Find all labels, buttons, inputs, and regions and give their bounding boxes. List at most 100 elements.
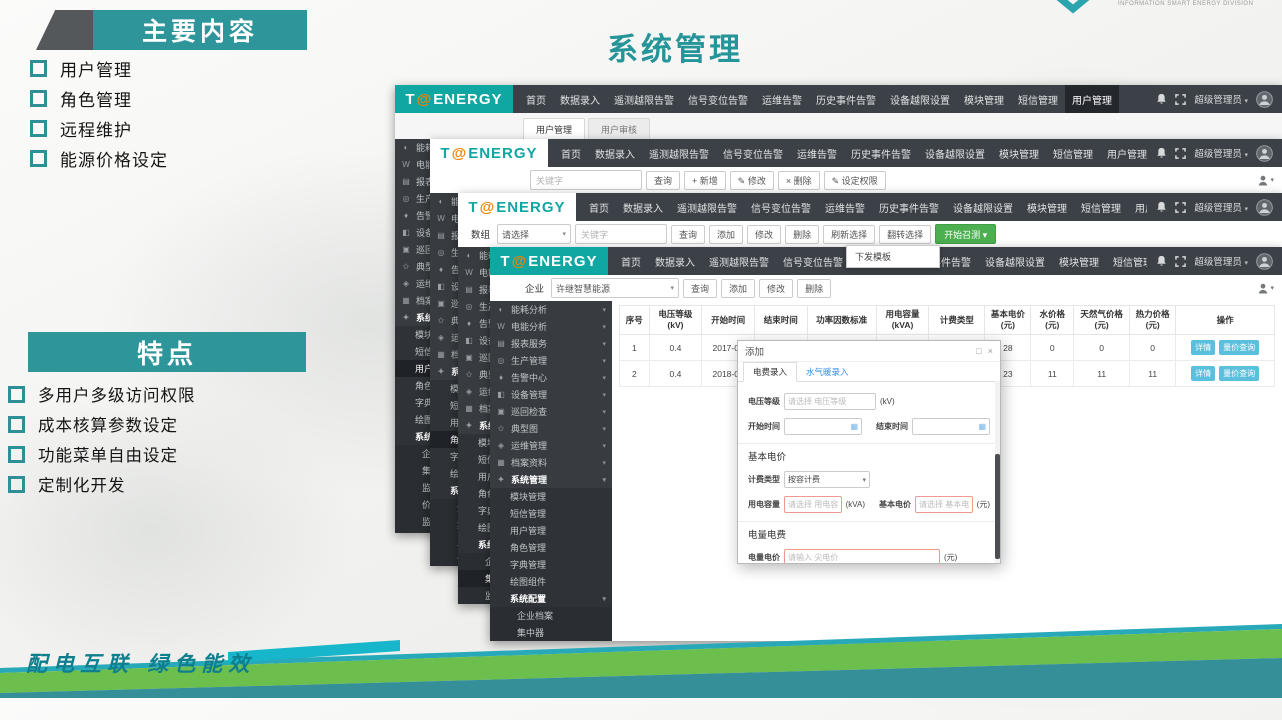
nav-item-link[interactable]: 信号变位告警	[744, 193, 818, 221]
nav-item-link[interactable]: 用户管理	[1128, 193, 1147, 221]
maximize-icon[interactable]: □	[976, 346, 981, 356]
toolbar-button[interactable]: 删除	[797, 279, 831, 298]
capacity-input[interactable]: 请选择 用电容量	[784, 496, 842, 513]
avatar[interactable]	[1256, 253, 1273, 270]
toolbar-button[interactable]: 修改	[759, 279, 793, 298]
tab-electricity-entry[interactable]: 电费录入	[743, 362, 797, 382]
voltage-level-input[interactable]: 请选择 电压等级	[784, 393, 876, 410]
nav-item-link[interactable]: 用户管理	[1100, 139, 1147, 167]
bell-icon[interactable]	[1156, 201, 1167, 213]
sidebar-item-link[interactable]: ◐能耗分析▾	[490, 301, 612, 318]
billing-type-select[interactable]: 按容计费▾	[784, 471, 870, 488]
nav-item-link[interactable]: 历史事件告警	[872, 193, 946, 221]
fullscreen-icon[interactable]	[1175, 148, 1186, 159]
sidebar-item-link[interactable]: ✩典型图▾	[490, 420, 612, 437]
bell-icon[interactable]	[1156, 93, 1167, 105]
energy-price-input[interactable]: 请输入 尖电价	[784, 549, 940, 564]
sidebar-item-link[interactable]: ♦告警中心▾	[490, 369, 612, 386]
user-menu[interactable]: 超级管理员 ▾	[1194, 146, 1248, 160]
nav-item-link[interactable]: 历史事件告警	[809, 85, 883, 113]
toolbar-button[interactable]: 添加	[709, 225, 743, 244]
avatar[interactable]	[1256, 199, 1273, 216]
nav-item-link[interactable]: 数据录入	[553, 85, 607, 113]
toolbar-button[interactable]: ✎ 修改	[730, 171, 774, 190]
toolbar-button[interactable]: 查询	[683, 279, 717, 298]
sidebar-item-link[interactable]: ◧设备管理▾	[490, 386, 612, 403]
nav-item-link[interactable]: 设备越限设置	[946, 193, 1020, 221]
nav-item-link[interactable]: 短信管理	[1106, 247, 1147, 275]
nav-item-link[interactable]: 首页	[582, 193, 616, 221]
dropdown-item-send-template[interactable]: 下发模板	[847, 246, 939, 267]
calendar-icon[interactable]: ▦	[850, 422, 858, 431]
avatar[interactable]	[1256, 145, 1273, 162]
nav-item-link[interactable]: 运维告警	[790, 139, 844, 167]
start-polling-button[interactable]: 开始召测 ▾	[935, 224, 996, 244]
tab-item[interactable]: 用户审核	[588, 118, 650, 139]
user-caret-icon[interactable]: ▾	[1257, 283, 1274, 294]
nav-item-link[interactable]: 设备越限设置	[918, 139, 992, 167]
row-action-button[interactable]: 量价查询	[1219, 366, 1259, 381]
toolbar-select[interactable]: 请选择▾	[497, 224, 571, 244]
toolbar-button[interactable]: × 删除	[778, 171, 820, 190]
end-time-input[interactable]: ▦	[912, 418, 990, 435]
toolbar-button[interactable]: ✎ 设定权限	[824, 171, 886, 190]
nav-item-link[interactable]: 模块管理	[1020, 193, 1074, 221]
sidebar-item-link[interactable]: ▤报表服务▾	[490, 335, 612, 352]
nav-item-link[interactable]: 模块管理	[957, 85, 1011, 113]
row-action-button[interactable]: 详情	[1191, 340, 1215, 355]
calendar-icon[interactable]: ▦	[978, 422, 986, 431]
nav-item-link[interactable]: 遥测越限告警	[670, 193, 744, 221]
nav-item-link[interactable]: 设备越限设置	[978, 247, 1052, 275]
nav-item-link[interactable]: 模块管理	[1052, 247, 1106, 275]
sidebar-item-link[interactable]: ▣巡回检查▾	[490, 403, 612, 420]
row-action-button[interactable]: 详情	[1191, 366, 1215, 381]
toolbar-button[interactable]: 删除	[785, 225, 819, 244]
nav-item-link[interactable]: 短信管理	[1046, 139, 1100, 167]
toolbar-button[interactable]: 查询	[671, 225, 705, 244]
toolbar-button[interactable]: 查询	[646, 171, 680, 190]
nav-item-link[interactable]: 数据录入	[588, 139, 642, 167]
nav-item-link[interactable]: 历史事件告警	[844, 139, 918, 167]
sidebar-item-link[interactable]: 模块管理	[490, 488, 612, 505]
nav-item-link[interactable]: 数据录入	[616, 193, 670, 221]
toolbar-select[interactable]: 许继智慧能源▾	[551, 278, 679, 298]
row-action-button[interactable]: 量价查询	[1219, 340, 1259, 355]
fullscreen-icon[interactable]	[1175, 94, 1186, 105]
toolbar-button[interactable]: 添加	[721, 279, 755, 298]
nav-item-link[interactable]: 运维告警	[818, 193, 872, 221]
toolbar-button[interactable]: 翻转选择	[879, 225, 931, 244]
nav-item-link[interactable]: 短信管理	[1074, 193, 1128, 221]
nav-item-link[interactable]: 数据录入	[648, 247, 702, 275]
sidebar-item-link[interactable]: W电能分析▾	[490, 318, 612, 335]
nav-item-link[interactable]: 信号变位告警	[681, 85, 755, 113]
start-time-input[interactable]: ▦	[784, 418, 862, 435]
fullscreen-icon[interactable]	[1175, 202, 1186, 213]
nav-item-link[interactable]: 首页	[554, 139, 588, 167]
sidebar-item-link[interactable]: ✦系统管理▾	[490, 471, 612, 488]
sidebar-item-link[interactable]: ◈运维管理▾	[490, 437, 612, 454]
bell-icon[interactable]	[1156, 147, 1167, 159]
sidebar-item-link[interactable]: ▦档案资料▾	[490, 454, 612, 471]
nav-item-active[interactable]: 用户管理	[1065, 85, 1119, 113]
dialog-scrollbar[interactable]	[995, 381, 1000, 563]
sidebar-item-link[interactable]: 用户管理	[490, 522, 612, 539]
bell-icon[interactable]	[1156, 255, 1167, 267]
nav-item-link[interactable]: 信号变位告警	[776, 247, 850, 275]
tab-water-gas-heat-entry[interactable]: 水气暖录入	[797, 363, 858, 381]
nav-item-link[interactable]: 信号变位告警	[716, 139, 790, 167]
nav-item-link[interactable]: 首页	[519, 85, 553, 113]
fullscreen-icon[interactable]	[1175, 256, 1186, 267]
scrollbar-thumb[interactable]	[995, 454, 1000, 560]
nav-item-link[interactable]: 首页	[614, 247, 648, 275]
nav-item-link[interactable]: 模块管理	[992, 139, 1046, 167]
base-price-input[interactable]: 请选择 基本电价	[915, 496, 973, 513]
toolbar-button[interactable]: + 新增	[684, 171, 726, 190]
sidebar-item-link[interactable]: 系统配置▾	[490, 590, 612, 607]
sidebar-item-link[interactable]: 短信管理	[490, 505, 612, 522]
user-menu[interactable]: 超级管理员 ▾	[1194, 200, 1248, 214]
nav-item-link[interactable]: 短信管理	[1011, 85, 1065, 113]
nav-item-link[interactable]: 运维告警	[755, 85, 809, 113]
avatar[interactable]	[1256, 91, 1273, 108]
nav-item-link[interactable]: 设备越限设置	[883, 85, 957, 113]
keyword-input[interactable]: 关键字	[530, 170, 642, 190]
